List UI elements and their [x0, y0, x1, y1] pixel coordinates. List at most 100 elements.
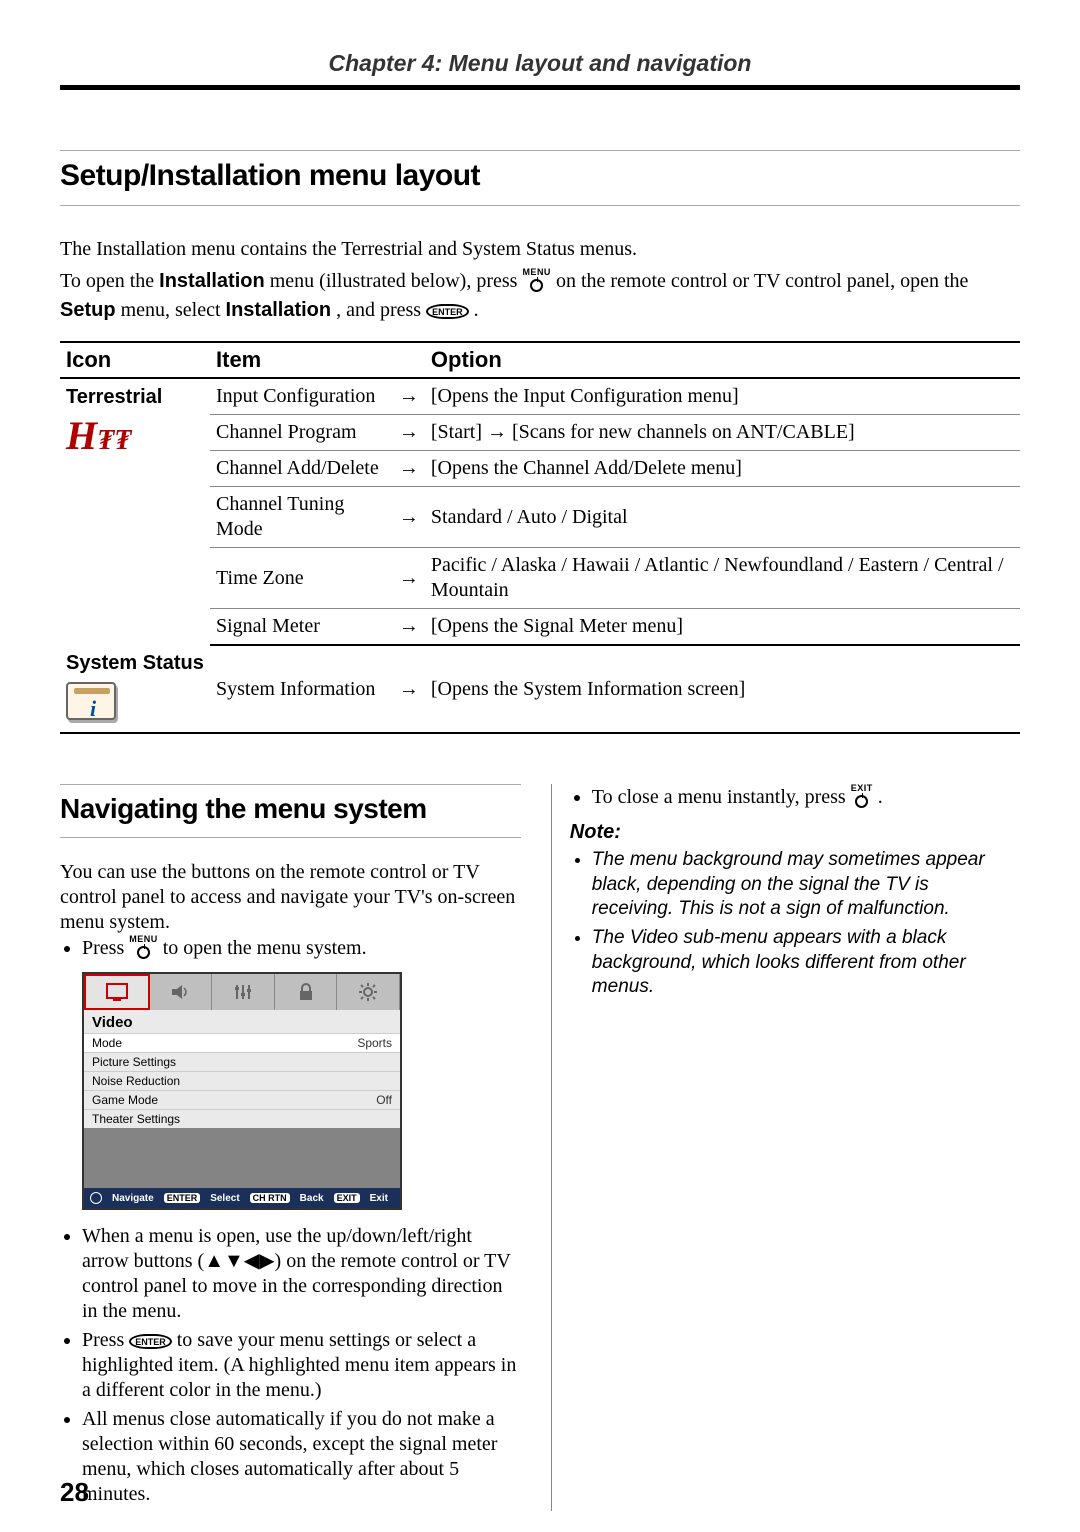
- osd-row-label: Noise Reduction: [92, 1074, 180, 1088]
- list-item: Press MENU to open the menu system.: [82, 935, 521, 964]
- text: .: [474, 299, 479, 321]
- nav-bullets-continued: When a menu is open, use the up/down/lef…: [60, 1224, 521, 1507]
- col-arrow-spacer: [393, 342, 425, 378]
- exit-button-icon: EXIT: [851, 784, 873, 813]
- osd-footer: Navigate ENTER Select CH RTN Back EXIT E…: [84, 1188, 400, 1208]
- two-column-area: Navigating the menu system You can use t…: [60, 784, 1020, 1511]
- arrow-icon: →: [393, 415, 425, 451]
- menu-button-label: MENU: [129, 935, 158, 944]
- item-cell: Channel Add/Delete: [210, 451, 393, 487]
- text: To close a menu instantly, press: [592, 786, 851, 808]
- osd-menu-title: Video: [84, 1010, 400, 1033]
- osd-row-label: Picture Settings: [92, 1055, 176, 1069]
- remote-dot-icon: [137, 946, 150, 959]
- icon-cell-system-status: System Status i: [60, 645, 210, 733]
- text-bold: Installation: [159, 270, 265, 292]
- col-icon: Icon: [60, 342, 210, 378]
- right-column: To close a menu instantly, press EXIT . …: [551, 784, 1012, 1511]
- menu-button-icon: MENU: [522, 268, 551, 297]
- col-option: Option: [425, 342, 1020, 378]
- gear-icon: [358, 982, 378, 1002]
- text: Press: [82, 937, 129, 959]
- col-item: Item: [210, 342, 393, 378]
- arrow-icon: →: [393, 451, 425, 487]
- list-item: To close a menu instantly, press EXIT .: [592, 784, 1012, 813]
- page-number: 28: [60, 1477, 89, 1508]
- osd-screenshot: Video Mode Sports Picture Settings Noise…: [82, 972, 402, 1210]
- terrestrial-icon: H₮₮: [66, 413, 131, 458]
- text: .: [878, 786, 883, 808]
- enter-button-icon: ENTER: [426, 304, 469, 319]
- arrow-icon: →: [393, 645, 425, 733]
- intro-para-1: The Installation menu contains the Terre…: [60, 236, 1020, 262]
- nav-bullets: Press MENU to open the menu system.: [60, 935, 521, 964]
- remote-dot-icon: [855, 795, 868, 808]
- osd-row-label: Mode: [92, 1036, 122, 1050]
- osd-row-label: Theater Settings: [92, 1112, 180, 1126]
- option-cell: Standard / Auto / Digital: [425, 487, 1020, 548]
- installation-menu-table: Icon Item Option Terrestrial H₮₮ Input C…: [60, 341, 1020, 734]
- icon-cell-terrestrial: Terrestrial H₮₮: [60, 378, 210, 645]
- footer-select: Select: [210, 1193, 239, 1204]
- osd-body: Video Mode Sports Picture Settings Noise…: [84, 1010, 400, 1128]
- speaker-icon: [170, 982, 190, 1002]
- option-cell: [Start] → [Scans for new channels on ANT…: [425, 415, 1020, 451]
- text-bold: Installation: [226, 299, 332, 321]
- nav-intro: You can use the buttons on the remote co…: [60, 860, 521, 935]
- section-title-navigating: Navigating the menu system: [60, 784, 521, 838]
- text: to open the menu system.: [163, 937, 367, 959]
- footer-back: Back: [300, 1193, 324, 1204]
- icon-label: System Status: [66, 651, 204, 676]
- option-cell: [Opens the Channel Add/Delete menu]: [425, 451, 1020, 487]
- item-cell: Channel Program: [210, 415, 393, 451]
- osd-row-value: Sports: [357, 1036, 392, 1050]
- osd-row-value: Off: [376, 1093, 392, 1107]
- text: menu, select: [121, 299, 226, 321]
- item-cell: Channel Tuning Mode: [210, 487, 393, 548]
- enter-button-icon: ENTER: [129, 1334, 172, 1349]
- right-bullets: To close a menu instantly, press EXIT .: [570, 784, 1012, 813]
- option-cell: [Opens the Input Configuration menu]: [425, 378, 1020, 415]
- osd-row: Picture Settings: [84, 1052, 400, 1071]
- lock-icon: [297, 982, 315, 1002]
- text: , and press: [336, 299, 426, 321]
- osd-spacer: [84, 1128, 400, 1188]
- sliders-icon: [233, 982, 253, 1002]
- left-column: Navigating the menu system You can use t…: [60, 784, 521, 1511]
- option-cell: [Opens the Signal Meter menu]: [425, 609, 1020, 646]
- osd-tab-audio-icon: [150, 974, 213, 1010]
- arrow-icon: →: [393, 548, 425, 609]
- osd-row: Mode Sports: [84, 1033, 400, 1052]
- section-title-setup: Setup/Installation menu layout: [60, 150, 1020, 206]
- item-cell: Input Configuration: [210, 378, 393, 415]
- icon-label: Terrestrial: [66, 385, 204, 410]
- intro-para-2: To open the Installation menu (illustrat…: [60, 268, 1020, 323]
- menu-button-label: MENU: [522, 268, 551, 277]
- text-bold: Setup: [60, 299, 116, 321]
- osd-row: Game Mode Off: [84, 1090, 400, 1109]
- list-item: When a menu is open, use the up/down/lef…: [82, 1224, 521, 1324]
- osd-row: Noise Reduction: [84, 1071, 400, 1090]
- tv-icon: [106, 983, 128, 1001]
- exit-button-label: EXIT: [851, 784, 873, 793]
- list-item: Press ENTER to save your menu settings o…: [82, 1328, 521, 1403]
- system-info-icon: i: [66, 682, 116, 720]
- arrow-icon: →: [393, 487, 425, 548]
- option-cell: Pacific / Alaska / Hawaii / Atlantic / N…: [425, 548, 1020, 609]
- osd-tab-preferences-icon: [212, 974, 275, 1010]
- chrtn-pill-icon: CH RTN: [250, 1193, 290, 1203]
- osd-row-label: Game Mode: [92, 1093, 158, 1107]
- arrow-icon: →: [393, 378, 425, 415]
- text: menu (illustrated below), press: [270, 270, 523, 292]
- exit-pill-icon: EXIT: [334, 1193, 360, 1203]
- list-item: The menu background may sometimes appear…: [592, 848, 1012, 922]
- note-heading: Note:: [570, 821, 1012, 844]
- note-bullets: The menu background may sometimes appear…: [570, 848, 1012, 1000]
- list-item: The Video sub-menu appears with a black …: [592, 926, 1012, 1000]
- text: Press: [82, 1329, 129, 1351]
- navigate-icon: [90, 1192, 102, 1204]
- item-cell: System Information: [210, 645, 393, 733]
- remote-dot-icon: [530, 279, 543, 292]
- text: To open the: [60, 270, 159, 292]
- osd-tab-setup-icon: [337, 974, 400, 1010]
